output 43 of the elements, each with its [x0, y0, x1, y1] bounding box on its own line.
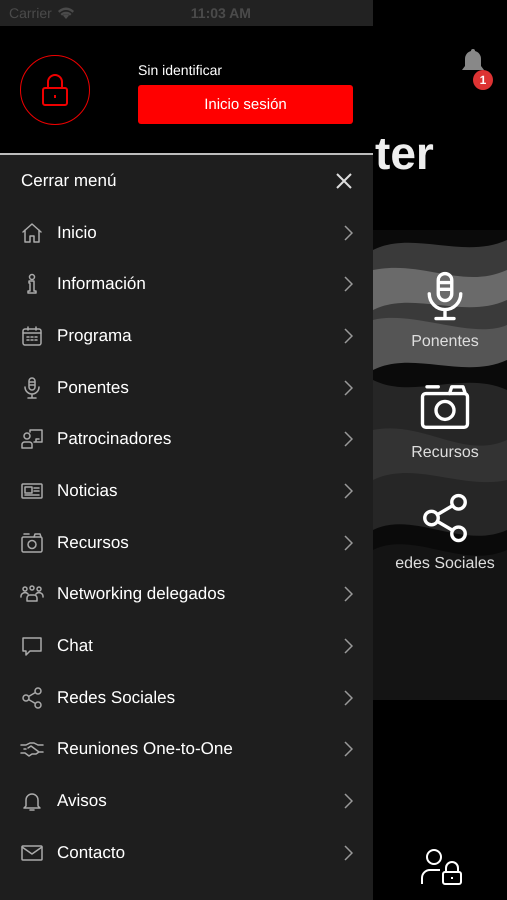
- chevron-icon: [343, 741, 353, 758]
- menu-item[interactable]: Recursos: [0, 516, 373, 568]
- camera-icon: [20, 530, 44, 555]
- calendar-icon: [20, 324, 44, 348]
- app-title: ter: [375, 128, 435, 178]
- wifi-icon: [56, 6, 75, 20]
- chevron-icon: [343, 534, 353, 551]
- chevron-icon: [343, 380, 353, 396]
- chevron-icon: [343, 431, 353, 448]
- lock-icon: [40, 72, 70, 106]
- menu-item[interactable]: Información: [0, 258, 373, 310]
- chevron-icon: [343, 482, 353, 499]
- chevron-icon: [343, 793, 353, 810]
- chevron-icon: [343, 586, 353, 602]
- tile-label[interactable]: Ponentes: [411, 333, 479, 351]
- login-button[interactable]: Inicio sesión: [138, 84, 353, 124]
- menu-item[interactable]: Avisos: [0, 775, 373, 827]
- notification-badge: 1: [473, 70, 493, 90]
- chevron-icon: [343, 328, 353, 344]
- menu-item[interactable]: Patrocinadores: [0, 413, 373, 466]
- chevron-icon: [343, 844, 353, 861]
- menu-item[interactable]: Inicio: [0, 206, 373, 258]
- home-icon: [20, 220, 44, 245]
- menu-item[interactable]: Reuniones One-to-One: [0, 724, 373, 776]
- close-menu-item[interactable]: Cerrar menú: [0, 155, 373, 207]
- chevron-icon: [343, 224, 353, 241]
- menu-item[interactable]: Ponentes: [0, 362, 373, 414]
- notification-bell-icon[interactable]: [461, 48, 485, 70]
- tile-label[interactable]: edes Sociales: [395, 555, 495, 573]
- chevron-icon: [343, 276, 353, 292]
- menu-item[interactable]: Chat: [0, 620, 373, 672]
- chevron-icon: [343, 690, 353, 706]
- menu-item[interactable]: Networking delegados: [0, 568, 373, 620]
- chevron-icon: [343, 638, 353, 654]
- user-status: Sin identificar: [138, 62, 224, 78]
- menu-item[interactable]: Contacto: [0, 826, 373, 879]
- user-lock-icon[interactable]: [420, 848, 464, 886]
- share-icon: [20, 686, 44, 710]
- close-icon[interactable]: [335, 172, 353, 190]
- menu-item[interactable]: Redes Sociales: [0, 672, 373, 724]
- menu-item[interactable]: Noticias: [0, 465, 373, 517]
- menu-item[interactable]: Programa: [0, 310, 373, 362]
- tile-label[interactable]: Recursos: [411, 444, 479, 462]
